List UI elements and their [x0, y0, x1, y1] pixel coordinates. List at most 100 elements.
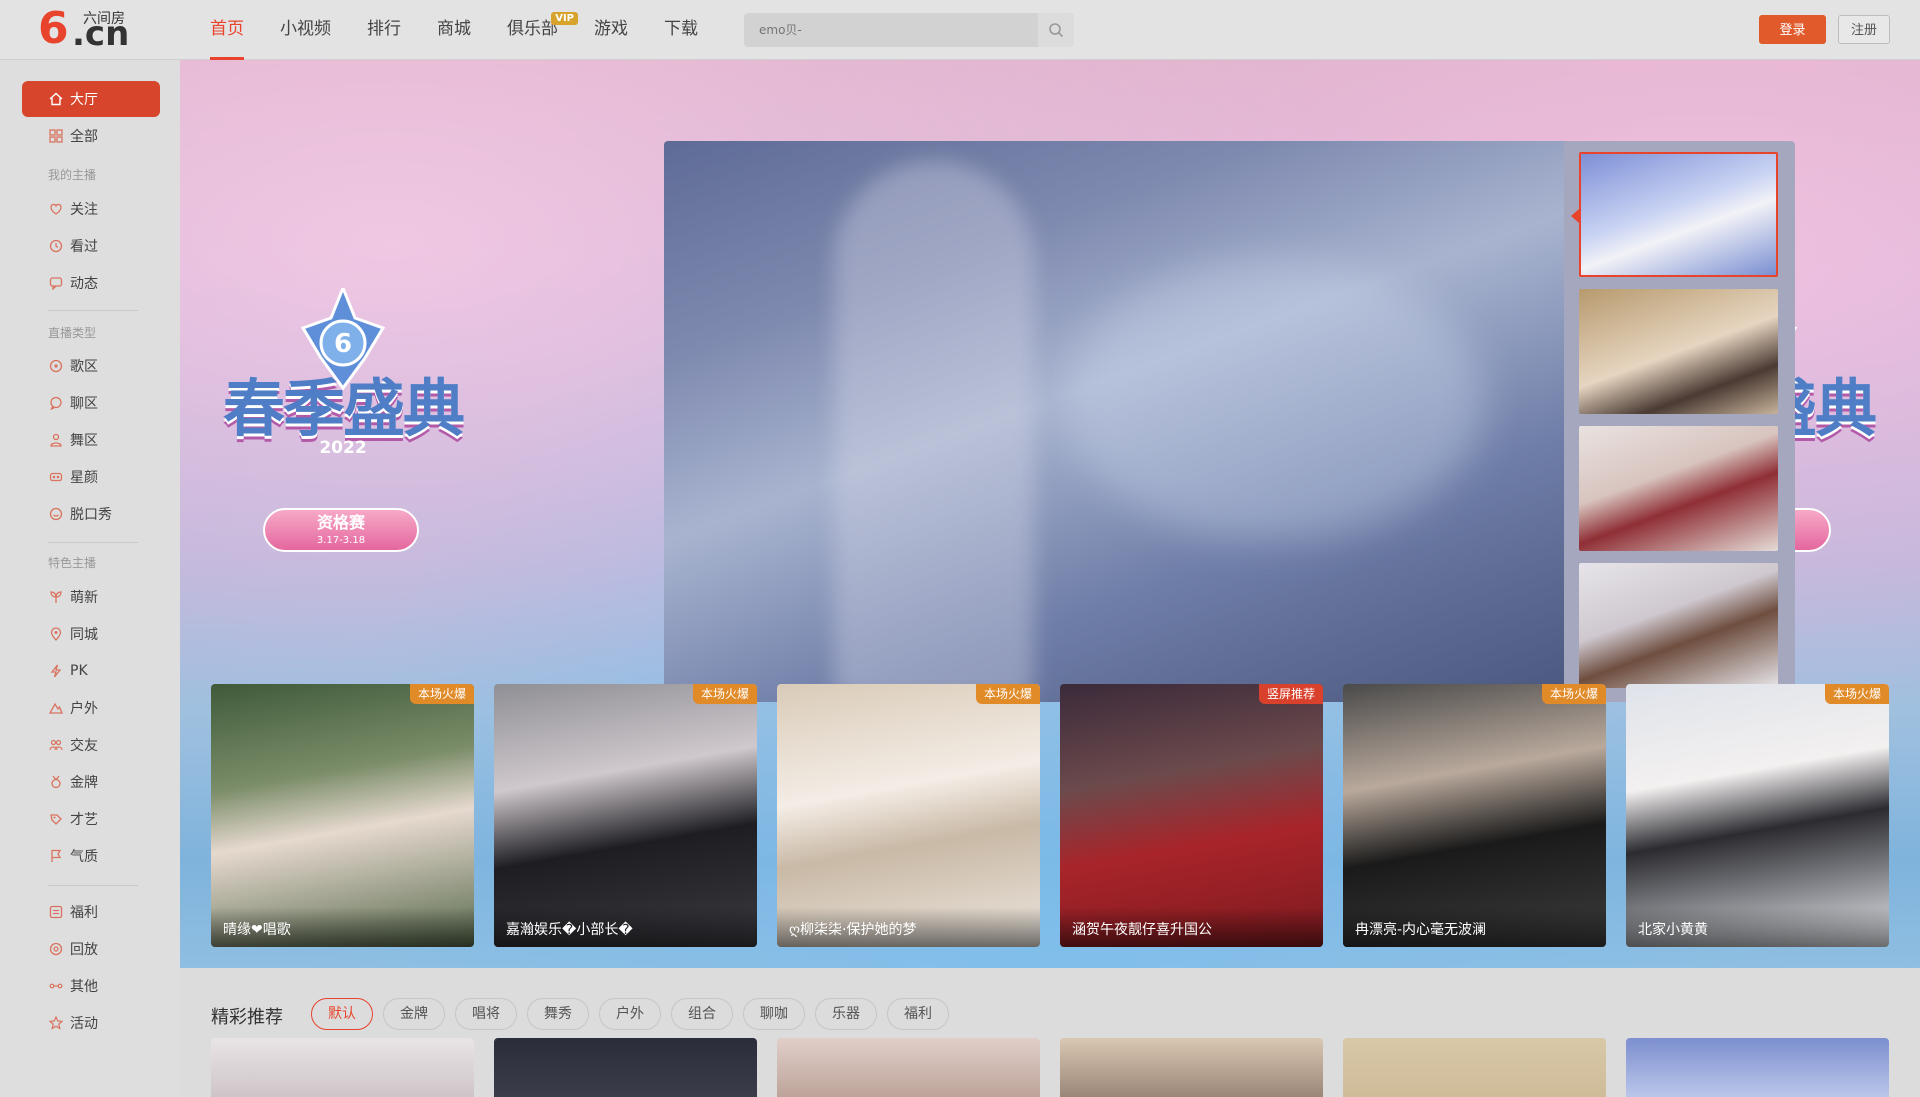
- sidebar-label: 关注: [70, 202, 98, 218]
- filter-outdoor[interactable]: 户外: [599, 998, 661, 1030]
- sidebar-item-all[interactable]: 全部: [22, 118, 160, 154]
- recommend-card[interactable]: [494, 1038, 757, 1097]
- nav-label: 商城: [437, 19, 471, 39]
- sidebar-item-hall[interactable]: 大厅: [22, 81, 160, 117]
- mountain-icon: [48, 700, 64, 716]
- sprout-icon: [48, 589, 64, 605]
- recommend-card[interactable]: [777, 1038, 1040, 1097]
- featured-card[interactable]: 竖屏推荐 涵贺午夜靓仔喜升国公: [1060, 684, 1323, 947]
- thumbnail-1[interactable]: [1579, 152, 1778, 277]
- mask-icon: [48, 469, 64, 485]
- location-icon: [48, 626, 64, 642]
- event-logo-left[interactable]: 6 春季盛典 2022 资格赛 3.17-3.18: [208, 288, 478, 578]
- search-icon: [1049, 23, 1064, 38]
- nav-label: 下载: [664, 19, 698, 39]
- nav-label: 排行: [367, 19, 401, 39]
- nav-download[interactable]: 下载: [664, 0, 698, 60]
- sidebar-item-other[interactable]: 其他: [22, 968, 160, 1004]
- main-nav: 首页 小视频 排行 商城 俱乐部 VIP 游戏 下载: [210, 0, 734, 60]
- sidebar-label: 活动: [70, 1016, 98, 1032]
- sidebar-item-gold[interactable]: 金牌: [22, 764, 160, 800]
- lightning-icon: [48, 663, 64, 679]
- featured-card[interactable]: 本场火爆 北家小黄黄: [1626, 684, 1889, 947]
- recommend-card[interactable]: [1626, 1038, 1889, 1097]
- sidebar-label: 聊区: [70, 396, 98, 412]
- sidebar-item-temperament[interactable]: 气质: [22, 838, 160, 874]
- thumbnail-3[interactable]: [1579, 426, 1778, 551]
- filter-gold[interactable]: 金牌: [383, 998, 445, 1030]
- sidebar-item-friends[interactable]: 交友: [22, 727, 160, 763]
- card-tag: 本场火爆: [1824, 684, 1889, 704]
- sidebar-item-talkshow[interactable]: 脱口秀: [22, 496, 160, 532]
- event-stage: 资格赛: [316, 513, 365, 532]
- search-button[interactable]: [1038, 13, 1074, 47]
- filter-dance[interactable]: 舞秀: [527, 998, 589, 1030]
- filter-default[interactable]: 默认: [311, 998, 373, 1030]
- sidebar-label: 交友: [70, 738, 98, 754]
- filter-group[interactable]: 组合: [671, 998, 733, 1030]
- site-logo[interactable]: 6 .cn 六间房: [38, 6, 138, 55]
- sidebar-item-replay[interactable]: 回放: [22, 931, 160, 967]
- nav-club[interactable]: 俱乐部 VIP: [507, 0, 578, 60]
- search-input[interactable]: [744, 13, 1039, 47]
- filter-singer[interactable]: 唱将: [455, 998, 517, 1030]
- sidebar-label: 户外: [70, 701, 98, 717]
- sidebar-label: 脱口秀: [70, 507, 112, 523]
- filter-instrument[interactable]: 乐器: [815, 998, 877, 1030]
- nav-label: 首页: [210, 19, 244, 39]
- event-year: 2022: [319, 438, 367, 458]
- thumbnail-2[interactable]: [1579, 289, 1778, 414]
- clock-icon: [48, 238, 64, 254]
- filter-welfare[interactable]: 福利: [887, 998, 949, 1030]
- sidebar-item-welfare[interactable]: 福利: [22, 894, 160, 930]
- featured-card[interactable]: 本场火爆 冉漂亮-内心毫无波澜: [1343, 684, 1606, 947]
- sidebar-label: 同城: [70, 627, 98, 643]
- sidebar-item-feed[interactable]: 动态: [22, 265, 160, 301]
- nav-games[interactable]: 游戏: [594, 0, 628, 60]
- sidebar-item-star-face[interactable]: 星颜: [22, 459, 160, 495]
- nav-home[interactable]: 首页: [210, 0, 244, 60]
- sidebar-item-history[interactable]: 看过: [22, 228, 160, 264]
- sidebar-item-pk[interactable]: PK: [22, 653, 160, 689]
- nav-label: 游戏: [594, 19, 628, 39]
- nav-mall[interactable]: 商城: [437, 0, 471, 60]
- gift-icon: [48, 904, 64, 920]
- sidebar-item-events[interactable]: 活动: [22, 1005, 160, 1041]
- recommend-card[interactable]: [1343, 1038, 1606, 1097]
- filter-chat[interactable]: 聊咖: [743, 998, 805, 1030]
- nav-ranking[interactable]: 排行: [367, 0, 401, 60]
- featured-card[interactable]: 本场火爆 晴缘❤唱歌: [211, 684, 474, 947]
- live-video-player[interactable]: [664, 141, 1564, 702]
- nav-short-video[interactable]: 小视频: [280, 0, 331, 60]
- sidebar-item-songs[interactable]: 歌区: [22, 348, 160, 384]
- sidebar-item-chat[interactable]: 聊区: [22, 385, 160, 421]
- sidebar-label: 气质: [70, 849, 98, 865]
- sidebar-item-dance[interactable]: 舞区: [22, 422, 160, 458]
- thumbnail-4[interactable]: [1579, 563, 1778, 688]
- vip-badge: VIP: [551, 12, 578, 25]
- logo-brand: 六间房: [83, 11, 125, 27]
- card-streamer-name: 北家小黄黄: [1626, 907, 1889, 947]
- sidebar-item-local[interactable]: 同城: [22, 616, 160, 652]
- card-tag: 本场火爆: [1541, 684, 1606, 704]
- recommend-card[interactable]: [1060, 1038, 1323, 1097]
- sidebar-item-follow[interactable]: 关注: [22, 191, 160, 227]
- sidebar-label: 萌新: [70, 590, 98, 606]
- card-tag: 本场火爆: [409, 684, 474, 704]
- featured-card[interactable]: 本场火爆 ღ柳柒柒·保护她的梦: [777, 684, 1040, 947]
- recommend-card[interactable]: [211, 1038, 474, 1097]
- featured-card[interactable]: 本场火爆 嘉瀚娱乐�小部长�: [494, 684, 757, 947]
- sidebar-group-title: 特色主播: [48, 556, 97, 570]
- register-button[interactable]: 注册: [1838, 15, 1890, 44]
- replay-icon: [48, 941, 64, 957]
- sidebar-label: 其他: [70, 979, 98, 995]
- dancer-icon: [48, 432, 64, 448]
- grid-icon: [48, 128, 64, 144]
- login-button[interactable]: 登录: [1759, 15, 1826, 44]
- palette-icon: [48, 811, 64, 827]
- sidebar-item-outdoor[interactable]: 户外: [22, 690, 160, 726]
- sidebar-item-newbie[interactable]: 萌新: [22, 579, 160, 615]
- sidebar-label: 金牌: [70, 775, 98, 791]
- sidebar-item-talent[interactable]: 才艺: [22, 801, 160, 837]
- nav-label: 小视频: [280, 19, 331, 39]
